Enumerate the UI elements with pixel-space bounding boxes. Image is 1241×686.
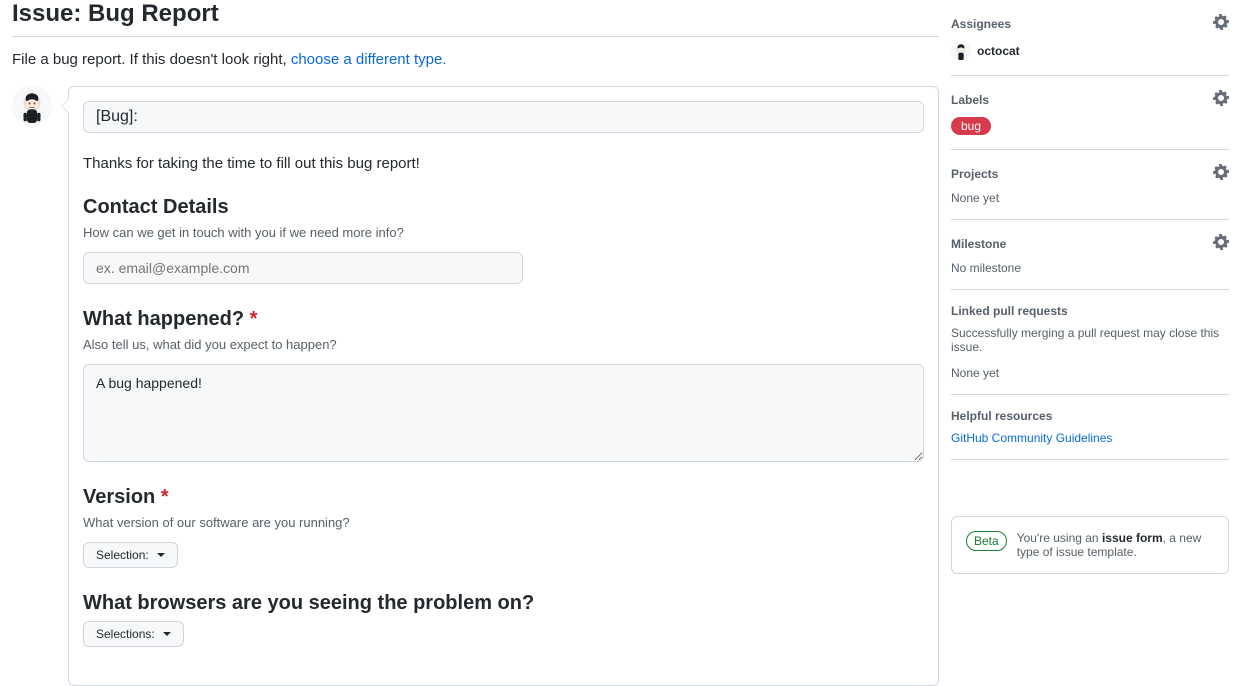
assignee-avatar[interactable] bbox=[951, 41, 971, 61]
issue-form-info-box: Beta You're using an issue form, a new t… bbox=[951, 516, 1229, 574]
browsers-select-label: Selections: bbox=[96, 627, 155, 641]
gear-icon[interactable] bbox=[1213, 14, 1229, 33]
contact-desc: How can we get in touch with you if we n… bbox=[83, 225, 924, 240]
required-star: * bbox=[250, 308, 258, 330]
helpful-title: Helpful resources bbox=[951, 409, 1052, 423]
choose-different-type-link[interactable]: choose a different type. bbox=[291, 51, 447, 68]
sidebar-linked-prs: Linked pull requests Successfully mergin… bbox=[951, 290, 1229, 395]
happened-heading-text: What happened? bbox=[83, 308, 244, 330]
sidebar-helpful: Helpful resources GitHub Community Guide… bbox=[951, 395, 1229, 460]
intro-text: File a bug report. If this doesn't look … bbox=[12, 51, 939, 68]
gear-icon[interactable] bbox=[1213, 164, 1229, 183]
linked-empty: None yet bbox=[951, 366, 1229, 380]
beta-badge: Beta bbox=[966, 531, 1007, 551]
page-title: Issue: Bug Report bbox=[12, 0, 939, 37]
intro-prefix: File a bug report. If this doesn't look … bbox=[12, 51, 291, 68]
version-heading-text: Version bbox=[83, 486, 155, 508]
linked-desc: Successfully merging a pull request may … bbox=[951, 326, 1229, 354]
community-guidelines-link[interactable]: GitHub Community Guidelines bbox=[951, 431, 1112, 445]
issue-title-input[interactable] bbox=[83, 101, 924, 133]
version-desc: What version of our software are you run… bbox=[83, 515, 924, 530]
version-select-label: Selection: bbox=[96, 548, 149, 562]
assignee-name[interactable]: octocat bbox=[977, 44, 1020, 58]
projects-title: Projects bbox=[951, 167, 998, 181]
labels-title: Labels bbox=[951, 93, 989, 107]
version-heading: Version * bbox=[83, 486, 924, 509]
milestone-empty: No milestone bbox=[951, 261, 1229, 275]
sidebar-milestone: Milestone No milestone bbox=[951, 220, 1229, 290]
thanks-text: Thanks for taking the time to fill out t… bbox=[83, 155, 924, 172]
gear-icon[interactable] bbox=[1213, 90, 1229, 109]
milestone-title: Milestone bbox=[951, 237, 1006, 251]
browsers-heading: What browsers are you seeing the problem… bbox=[83, 592, 924, 615]
info-text: You're using an issue form, a new type o… bbox=[1017, 531, 1214, 559]
browsers-select-button[interactable]: Selections: bbox=[83, 621, 184, 647]
linked-title: Linked pull requests bbox=[951, 304, 1068, 318]
issue-form-box: Thanks for taking the time to fill out t… bbox=[68, 86, 939, 686]
happened-heading: What happened? * bbox=[83, 308, 924, 331]
info-pre: You're using an bbox=[1017, 531, 1102, 545]
info-strong: issue form bbox=[1102, 531, 1163, 545]
contact-email-input[interactable] bbox=[83, 252, 523, 284]
caret-down-icon bbox=[157, 553, 165, 557]
caret-down-icon bbox=[163, 632, 171, 636]
version-select-button[interactable]: Selection: bbox=[83, 542, 178, 568]
gear-icon[interactable] bbox=[1213, 234, 1229, 253]
assignees-title: Assignees bbox=[951, 17, 1011, 31]
sidebar-labels: Labels bug bbox=[951, 76, 1229, 150]
contact-heading: Contact Details bbox=[83, 196, 924, 219]
happened-desc: Also tell us, what did you expect to hap… bbox=[83, 337, 924, 352]
required-star: * bbox=[161, 486, 169, 508]
what-happened-textarea[interactable]: A bug happened! bbox=[83, 364, 924, 462]
label-bug[interactable]: bug bbox=[951, 117, 991, 135]
projects-empty: None yet bbox=[951, 191, 1229, 205]
sidebar-assignees: Assignees octocat bbox=[951, 0, 1229, 76]
user-avatar[interactable] bbox=[12, 86, 52, 126]
sidebar-projects: Projects None yet bbox=[951, 150, 1229, 220]
